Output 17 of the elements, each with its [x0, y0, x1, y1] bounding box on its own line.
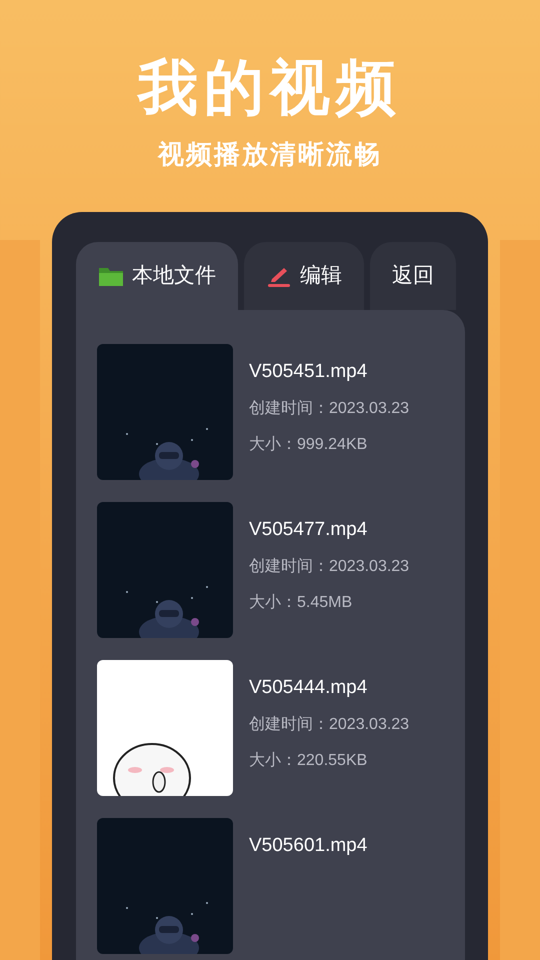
video-name[interactable]: V505451.mp4: [249, 360, 410, 384]
created-time: 创建时间：2023.03.23: [249, 398, 410, 419]
file-size: 大小：220.55KB: [249, 750, 368, 771]
file-size: 大小：999.24KB: [249, 434, 368, 455]
created-time: 创建时间：2023.03.23: [249, 556, 410, 577]
pen-icon: [266, 265, 292, 287]
page-title: 我的视频: [138, 53, 402, 123]
tab[interactable]: 编辑: [244, 242, 364, 310]
created-time: 创建时间：2023.03.23: [249, 714, 410, 735]
video-name[interactable]: V505601.mp4: [249, 834, 368, 858]
video-name[interactable]: V505444.mp4: [249, 676, 410, 700]
file-size: 大小：5.45MB: [249, 592, 354, 613]
tab[interactable]: 返回: [370, 242, 456, 310]
page-subtitle: 视频播放清晰流畅: [158, 138, 382, 170]
video-name[interactable]: V505477.mp4: [249, 518, 410, 542]
tab[interactable]: 本地文件: [76, 242, 238, 310]
folder-icon: [98, 265, 124, 287]
